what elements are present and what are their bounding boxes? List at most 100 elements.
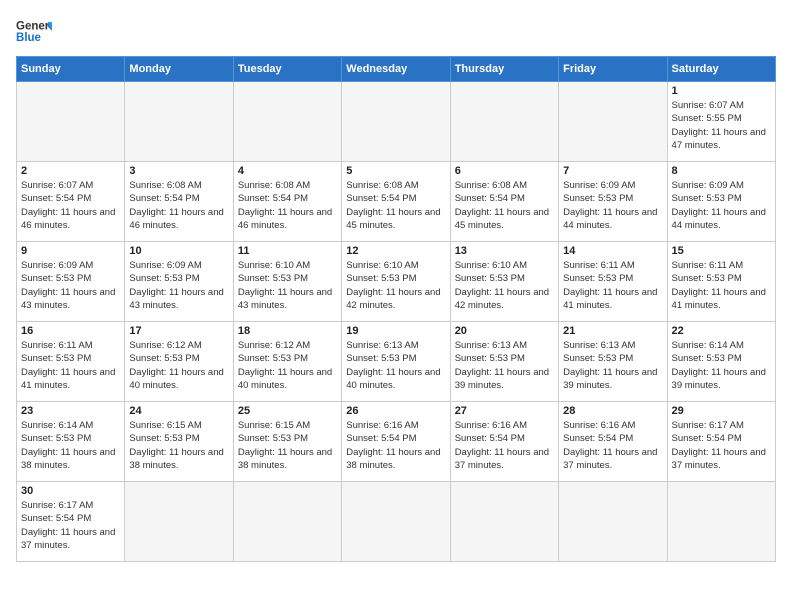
day-info: Sunrise: 6:12 AMSunset: 5:53 PMDaylight:… <box>129 339 228 392</box>
weekday-header-tuesday: Tuesday <box>233 57 341 82</box>
calendar-day: 28 Sunrise: 6:16 AMSunset: 5:54 PMDayligh… <box>559 402 667 482</box>
day-info: Sunrise: 6:15 AMSunset: 5:53 PMDaylight:… <box>238 419 337 472</box>
day-number: 24 <box>129 405 228 417</box>
day-number: 1 <box>672 85 771 97</box>
calendar-day: 4 Sunrise: 6:08 AMSunset: 5:54 PMDaylight… <box>233 162 341 242</box>
day-info: Sunrise: 6:15 AMSunset: 5:53 PMDaylight:… <box>129 419 228 472</box>
calendar-day: 17Sunrise: 6:12 AMSunset: 5:53 PMDayligh… <box>125 322 233 402</box>
calendar-day: 16 Sunrise: 6:11 AMSunset: 5:53 PMDayligh… <box>17 322 125 402</box>
day-info: Sunrise: 6:16 AMSunset: 5:54 PMDaylight:… <box>563 419 662 472</box>
day-info: Sunrise: 6:12 AMSunset: 5:53 PMDaylight:… <box>238 339 337 392</box>
calendar-day: 8Sunrise: 6:09 AMSunset: 5:53 PMDaylight… <box>667 162 775 242</box>
day-info: Sunrise: 6:09 AMSunset: 5:53 PMDaylight:… <box>21 259 120 312</box>
day-info: Sunrise: 6:07 AMSunset: 5:55 PMDaylight:… <box>672 99 771 152</box>
calendar-day <box>559 482 667 562</box>
logo: General Blue <box>16 16 52 44</box>
weekday-header-thursday: Thursday <box>450 57 558 82</box>
weekday-header-sunday: Sunday <box>17 57 125 82</box>
calendar-day: 2Sunrise: 6:07 AMSunset: 5:54 PMDaylight… <box>17 162 125 242</box>
day-number: 5 <box>346 165 445 177</box>
calendar-day: 6 Sunrise: 6:08 AMSunset: 5:54 PMDaylight… <box>450 162 558 242</box>
day-number: 4 <box>238 165 337 177</box>
day-info: Sunrise: 6:17 AMSunset: 5:54 PMDaylight:… <box>21 499 120 552</box>
day-info: Sunrise: 6:16 AMSunset: 5:54 PMDaylight:… <box>455 419 554 472</box>
calendar-day: 14 Sunrise: 6:11 AMSunset: 5:53 PMDayligh… <box>559 242 667 322</box>
day-number: 22 <box>672 325 771 337</box>
calendar-day: 7 Sunrise: 6:09 AMSunset: 5:53 PMDaylight… <box>559 162 667 242</box>
day-number: 28 <box>563 405 662 417</box>
svg-text:General: General <box>16 20 52 32</box>
day-number: 19 <box>346 325 445 337</box>
calendar-day: 21Sunrise: 6:13 AMSunset: 5:53 PMDayligh… <box>559 322 667 402</box>
day-number: 18 <box>238 325 337 337</box>
day-info: Sunrise: 6:14 AMSunset: 5:53 PMDaylight:… <box>21 419 120 472</box>
weekday-header-wednesday: Wednesday <box>342 57 450 82</box>
day-number: 7 <box>563 165 662 177</box>
day-number: 9 <box>21 245 120 257</box>
calendar-day: 1 Sunrise: 6:07 AMSunset: 5:55 PMDaylight… <box>667 82 775 162</box>
calendar-week-1: 1 Sunrise: 6:07 AMSunset: 5:55 PMDaylight… <box>17 82 776 162</box>
day-number: 27 <box>455 405 554 417</box>
day-info: Sunrise: 6:08 AMSunset: 5:54 PMDaylight:… <box>129 179 228 232</box>
weekday-header-row: SundayMondayTuesdayWednesdayThursdayFrid… <box>17 57 776 82</box>
day-number: 10 <box>129 245 228 257</box>
day-info: Sunrise: 6:11 AMSunset: 5:53 PMDaylight:… <box>21 339 120 392</box>
day-number: 6 <box>455 165 554 177</box>
day-info: Sunrise: 6:11 AMSunset: 5:53 PMDaylight:… <box>563 259 662 312</box>
calendar-day <box>125 82 233 162</box>
day-info: Sunrise: 6:13 AMSunset: 5:53 PMDaylight:… <box>346 339 445 392</box>
day-info: Sunrise: 6:08 AMSunset: 5:54 PMDaylight:… <box>238 179 337 232</box>
page-header: General Blue <box>16 16 776 44</box>
calendar-day: 30 Sunrise: 6:17 AMSunset: 5:54 PMDayligh… <box>17 482 125 562</box>
day-info: Sunrise: 6:13 AMSunset: 5:53 PMDaylight:… <box>455 339 554 392</box>
day-info: Sunrise: 6:09 AMSunset: 5:53 PMDaylight:… <box>563 179 662 232</box>
day-info: Sunrise: 6:10 AMSunset: 5:53 PMDaylight:… <box>238 259 337 312</box>
day-info: Sunrise: 6:16 AMSunset: 5:54 PMDaylight:… <box>346 419 445 472</box>
day-number: 11 <box>238 245 337 257</box>
day-number: 14 <box>563 245 662 257</box>
logo-icon: General Blue <box>16 16 52 44</box>
calendar-day: 12Sunrise: 6:10 AMSunset: 5:53 PMDayligh… <box>342 242 450 322</box>
day-info: Sunrise: 6:08 AMSunset: 5:54 PMDaylight:… <box>346 179 445 232</box>
calendar-day <box>342 482 450 562</box>
day-info: Sunrise: 6:09 AMSunset: 5:53 PMDaylight:… <box>129 259 228 312</box>
calendar-day: 29Sunrise: 6:17 AMSunset: 5:54 PMDayligh… <box>667 402 775 482</box>
calendar-day <box>450 82 558 162</box>
calendar-week-5: 23 Sunrise: 6:14 AMSunset: 5:53 PMDayligh… <box>17 402 776 482</box>
day-info: Sunrise: 6:08 AMSunset: 5:54 PMDaylight:… <box>455 179 554 232</box>
calendar-day <box>17 82 125 162</box>
weekday-header-monday: Monday <box>125 57 233 82</box>
day-number: 15 <box>672 245 771 257</box>
calendar-week-2: 2Sunrise: 6:07 AMSunset: 5:54 PMDaylight… <box>17 162 776 242</box>
calendar-day <box>450 482 558 562</box>
day-number: 26 <box>346 405 445 417</box>
day-info: Sunrise: 6:11 AMSunset: 5:53 PMDaylight:… <box>672 259 771 312</box>
calendar-day: 26 Sunrise: 6:16 AMSunset: 5:54 PMDayligh… <box>342 402 450 482</box>
calendar-day: 5 Sunrise: 6:08 AMSunset: 5:54 PMDaylight… <box>342 162 450 242</box>
day-number: 13 <box>455 245 554 257</box>
day-info: Sunrise: 6:14 AMSunset: 5:53 PMDaylight:… <box>672 339 771 392</box>
day-number: 30 <box>21 485 120 497</box>
day-info: Sunrise: 6:10 AMSunset: 5:53 PMDaylight:… <box>455 259 554 312</box>
calendar-day: 3 Sunrise: 6:08 AMSunset: 5:54 PMDaylight… <box>125 162 233 242</box>
calendar-day: 20Sunrise: 6:13 AMSunset: 5:53 PMDayligh… <box>450 322 558 402</box>
svg-text:Blue: Blue <box>16 32 42 44</box>
day-info: Sunrise: 6:09 AMSunset: 5:53 PMDaylight:… <box>672 179 771 232</box>
day-info: Sunrise: 6:10 AMSunset: 5:53 PMDaylight:… <box>346 259 445 312</box>
calendar-day: 23 Sunrise: 6:14 AMSunset: 5:53 PMDayligh… <box>17 402 125 482</box>
weekday-header-saturday: Saturday <box>667 57 775 82</box>
day-number: 29 <box>672 405 771 417</box>
day-number: 16 <box>21 325 120 337</box>
day-number: 3 <box>129 165 228 177</box>
day-number: 23 <box>21 405 120 417</box>
day-number: 21 <box>563 325 662 337</box>
calendar-day <box>342 82 450 162</box>
calendar-day: 11 Sunrise: 6:10 AMSunset: 5:53 PMDayligh… <box>233 242 341 322</box>
calendar-week-4: 16 Sunrise: 6:11 AMSunset: 5:53 PMDayligh… <box>17 322 776 402</box>
calendar-week-6: 30 Sunrise: 6:17 AMSunset: 5:54 PMDayligh… <box>17 482 776 562</box>
calendar-day: 24 Sunrise: 6:15 AMSunset: 5:53 PMDayligh… <box>125 402 233 482</box>
day-info: Sunrise: 6:07 AMSunset: 5:54 PMDaylight:… <box>21 179 120 232</box>
calendar-day <box>233 82 341 162</box>
calendar-day: 27 Sunrise: 6:16 AMSunset: 5:54 PMDayligh… <box>450 402 558 482</box>
calendar-day: 22 Sunrise: 6:14 AMSunset: 5:53 PMDayligh… <box>667 322 775 402</box>
